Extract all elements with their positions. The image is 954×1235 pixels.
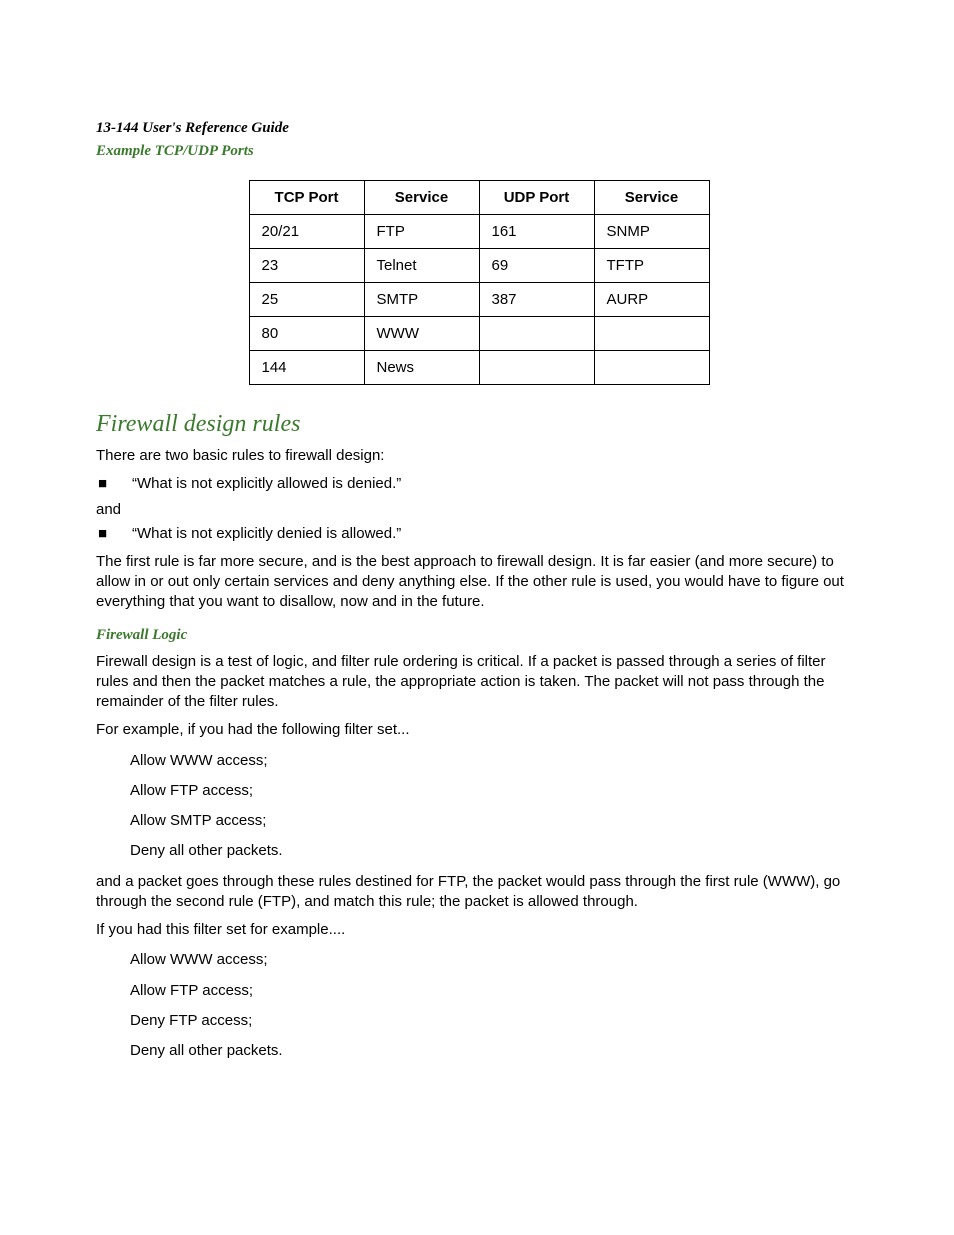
firewall-logic-heading: Firewall Logic <box>96 627 862 644</box>
cell: TFTP <box>594 249 709 283</box>
list-item: Allow WWW access; <box>130 751 862 771</box>
col-tcp-port: TCP Port <box>249 181 364 215</box>
cell: 80 <box>249 317 364 351</box>
cell: 144 <box>249 351 364 385</box>
list-item: Allow WWW access; <box>130 950 862 970</box>
firewall-design-rules-heading: Firewall design rules <box>96 411 862 438</box>
table-row: 144 News <box>249 351 709 385</box>
list-item: Allow SMTP access; <box>130 811 862 831</box>
cell: 20/21 <box>249 215 364 249</box>
filter-set-1: Allow WWW access; Allow FTP access; Allo… <box>130 751 862 862</box>
list-item: Deny FTP access; <box>130 1011 862 1031</box>
example-ports-heading: Example TCP/UDP Ports <box>96 143 862 160</box>
table-row: 20/21 FTP 161 SNMP <box>249 215 709 249</box>
cell: 387 <box>479 283 594 317</box>
ports-table: TCP Port Service UDP Port Service 20/21 … <box>249 180 710 385</box>
square-bullet-icon: ■ <box>96 524 132 544</box>
list-item: Allow FTP access; <box>130 981 862 1001</box>
cell: FTP <box>364 215 479 249</box>
bullet-item: ■ “What is not explicitly denied is allo… <box>96 524 862 544</box>
col-udp-port: UDP Port <box>479 181 594 215</box>
intro-paragraph: There are two basic rules to firewall de… <box>96 446 862 466</box>
square-bullet-icon: ■ <box>96 474 132 494</box>
table-row: 25 SMTP 387 AURP <box>249 283 709 317</box>
document-page: 13-144 User's Reference Guide Example TC… <box>0 0 954 1235</box>
logic-paragraph-1: Firewall design is a test of logic, and … <box>96 652 862 713</box>
cell <box>479 317 594 351</box>
list-item: Deny all other packets. <box>130 1041 862 1061</box>
cell <box>594 317 709 351</box>
bullet-text: “What is not explicitly allowed is denie… <box>132 474 401 494</box>
logic-paragraph-3: and a packet goes through these rules de… <box>96 872 862 913</box>
table-header-row: TCP Port Service UDP Port Service <box>249 181 709 215</box>
cell: WWW <box>364 317 479 351</box>
cell <box>479 351 594 385</box>
cell: 161 <box>479 215 594 249</box>
cell: SMTP <box>364 283 479 317</box>
col-tcp-service: Service <box>364 181 479 215</box>
explanation-paragraph: The first rule is far more secure, and i… <box>96 552 862 613</box>
table-row: 80 WWW <box>249 317 709 351</box>
cell: SNMP <box>594 215 709 249</box>
cell: 23 <box>249 249 364 283</box>
running-header: 13-144 User's Reference Guide <box>96 120 862 137</box>
cell: 69 <box>479 249 594 283</box>
list-item: Allow FTP access; <box>130 781 862 801</box>
bullet-item: ■ “What is not explicitly allowed is den… <box>96 474 862 494</box>
logic-paragraph-4: If you had this filter set for example..… <box>96 920 862 940</box>
cell <box>594 351 709 385</box>
cell: News <box>364 351 479 385</box>
cell: 25 <box>249 283 364 317</box>
cell: Telnet <box>364 249 479 283</box>
cell: AURP <box>594 283 709 317</box>
table-row: 23 Telnet 69 TFTP <box>249 249 709 283</box>
list-item: Deny all other packets. <box>130 841 862 861</box>
logic-paragraph-2: For example, if you had the following fi… <box>96 720 862 740</box>
col-udp-service: Service <box>594 181 709 215</box>
and-text: and <box>96 501 862 518</box>
bullet-text: “What is not explicitly denied is allowe… <box>132 524 401 544</box>
filter-set-2: Allow WWW access; Allow FTP access; Deny… <box>130 950 862 1061</box>
